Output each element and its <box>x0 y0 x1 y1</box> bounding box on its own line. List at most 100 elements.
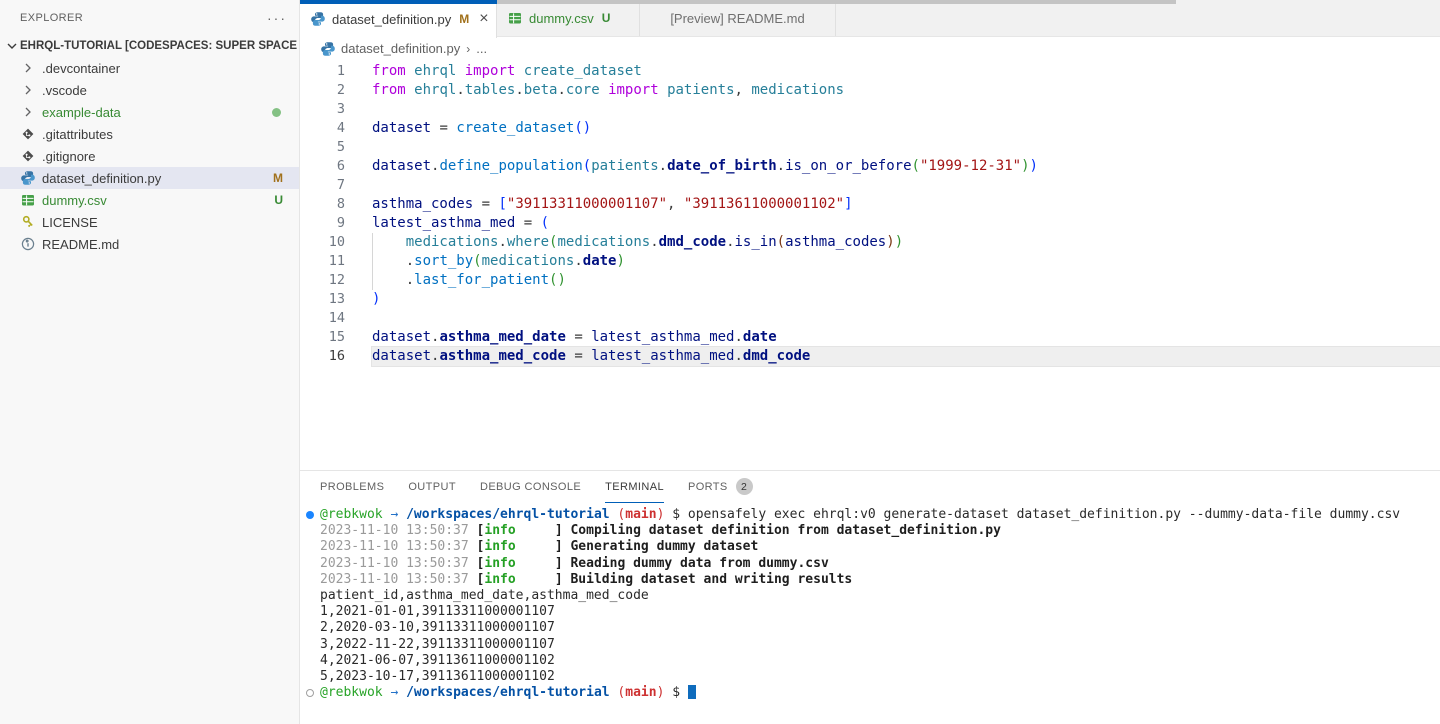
file-label: dataset_definition.py <box>42 171 161 186</box>
panel-tab-ports[interactable]: PORTS2 <box>688 471 753 503</box>
file-tree-item[interactable]: .devcontainer <box>0 57 299 79</box>
tab-dirty-badge: U <box>602 11 611 25</box>
terminal-gutter <box>306 556 320 572</box>
code-line-content[interactable]: from ehrql.tables.beta.core import patie… <box>372 81 1440 100</box>
panel-tab-label: DEBUG CONSOLE <box>480 481 581 493</box>
terminal-output-text: 4,2021-06-07,39113611000001102 <box>320 653 555 669</box>
terminal-line: 2023-11-10 13:50:37 [info ] Compiling da… <box>306 523 1440 539</box>
prompt-user: @rebkwok <box>320 507 383 523</box>
explorer-root-folder[interactable]: EHRQL-TUTORIAL [CODESPACES: SUPER SPACE … <box>0 35 299 57</box>
code-line-content[interactable]: dataset.asthma_med_date = latest_asthma_… <box>372 328 1440 347</box>
file-tree-item[interactable]: README.md <box>0 233 299 255</box>
line-number[interactable]: 10 <box>300 233 372 252</box>
line-number[interactable]: 15 <box>300 328 372 347</box>
line-number[interactable]: 8 <box>300 195 372 214</box>
code-line[interactable]: 10 medications.where(medications.dmd_cod… <box>300 233 1440 252</box>
active-tab-indicator <box>300 0 497 4</box>
panel-tab-label: OUTPUT <box>408 481 456 493</box>
code-line[interactable]: 2from ehrql.tables.beta.core import pati… <box>300 81 1440 100</box>
code-line[interactable]: 15dataset.asthma_med_date = latest_asthm… <box>300 328 1440 347</box>
file-label: .gitignore <box>42 149 95 164</box>
git-icon <box>20 126 36 142</box>
code-line-content[interactable]: .sort_by(medications.date) <box>372 252 1440 271</box>
log-message: Generating dummy dataset <box>570 539 758 555</box>
code-line-content[interactable]: dataset.asthma_med_code = latest_asthma_… <box>372 347 1440 366</box>
code-line-content[interactable]: medications.where(medications.dmd_code.i… <box>372 233 1440 252</box>
line-number[interactable]: 11 <box>300 252 372 271</box>
panel-tab-debug-console[interactable]: DEBUG CONSOLE <box>480 471 581 503</box>
breadcrumb: dataset_definition.py › ... <box>300 37 1440 60</box>
code-line-content[interactable]: ) <box>372 290 1440 309</box>
file-tree-item[interactable]: .gitattributes <box>0 123 299 145</box>
code-line-content[interactable] <box>372 100 1440 119</box>
code-line-content[interactable]: dataset = create_dataset() <box>372 119 1440 138</box>
prompt-path: /workspaces/ehrql-tutorial <box>406 507 610 523</box>
file-tree-item[interactable]: .gitignore <box>0 145 299 167</box>
panel-tab-output[interactable]: OUTPUT <box>408 471 456 503</box>
editor-tab[interactable]: dataset_definition.pyM× <box>300 0 497 38</box>
code-line[interactable]: 9latest_asthma_med = ( <box>300 214 1440 233</box>
breadcrumb-file[interactable]: dataset_definition.py <box>341 41 460 56</box>
code-line[interactable]: 14 <box>300 309 1440 328</box>
panel-tab-problems[interactable]: PROBLEMS <box>320 471 384 503</box>
prompt-path: /workspaces/ehrql-tutorial <box>406 685 610 701</box>
more-actions-icon[interactable]: ··· <box>267 13 287 23</box>
code-line-content[interactable]: .last_for_patient() <box>372 271 1440 290</box>
terminal-line: 5,2023-10-17,39113611000001102 <box>306 669 1440 685</box>
code-line[interactable]: 7 <box>300 176 1440 195</box>
line-number[interactable]: 16 <box>300 347 372 366</box>
file-tree-item[interactable]: LICENSE <box>0 211 299 233</box>
code-line[interactable]: 13) <box>300 290 1440 309</box>
line-number[interactable]: 1 <box>300 62 372 81</box>
code-line-content[interactable]: asthma_codes = ["39113311000001107", "39… <box>372 195 1440 214</box>
file-tree-item[interactable]: dummy.csvU <box>0 189 299 211</box>
tabbar-scrollbar-thumb[interactable] <box>497 0 1176 4</box>
chevron-right-icon <box>20 82 36 98</box>
code-line[interactable]: 5 <box>300 138 1440 157</box>
file-tree-item[interactable]: example-data <box>0 101 299 123</box>
code-line[interactable]: 3 <box>300 100 1440 119</box>
line-number[interactable]: 7 <box>300 176 372 195</box>
code-editor[interactable]: 1from ehrql import create_dataset2from e… <box>300 60 1440 470</box>
editor-tab[interactable]: dummy.csv U <box>497 0 640 36</box>
code-line[interactable]: 8asthma_codes = ["39113311000001107", "3… <box>300 195 1440 214</box>
line-number[interactable]: 2 <box>300 81 372 100</box>
untracked-contents-dot <box>272 108 281 117</box>
panel-tab-terminal[interactable]: TERMINAL <box>605 471 664 503</box>
file-tree-item[interactable]: .vscode <box>0 79 299 101</box>
editor-tab[interactable]: [Preview] README.md <box>640 0 836 36</box>
line-number[interactable]: 3 <box>300 100 372 119</box>
code-line-content[interactable] <box>372 138 1440 157</box>
line-number[interactable]: 6 <box>300 157 372 176</box>
breadcrumb-more[interactable]: ... <box>476 41 487 56</box>
editor-area: dataset_definition.pyM× dummy.csv U [Previe… <box>300 0 1440 724</box>
chevron-down-icon <box>4 38 20 54</box>
code-line-content[interactable]: latest_asthma_med = ( <box>372 214 1440 233</box>
code-line[interactable]: 16dataset.asthma_med_code = latest_asthm… <box>300 347 1440 366</box>
code-line[interactable]: 1from ehrql import create_dataset <box>300 62 1440 81</box>
terminal[interactable]: @rebkwok → /workspaces/ehrql-tutorial (m… <box>300 503 1440 701</box>
file-tree-item[interactable]: dataset_definition.pyM <box>0 167 299 189</box>
explorer-root-label: EHRQL-TUTORIAL [CODESPACES: SUPER SPACE … <box>20 40 299 52</box>
line-number[interactable]: 14 <box>300 309 372 328</box>
code-line[interactable]: 11 .sort_by(medications.date) <box>300 252 1440 271</box>
code-line[interactable]: 4dataset = create_dataset() <box>300 119 1440 138</box>
terminal-output-text: patient_id,asthma_med_date,asthma_med_co… <box>320 588 649 604</box>
explorer-title: EXPLORER <box>20 12 83 24</box>
line-number[interactable]: 5 <box>300 138 372 157</box>
tab-label: dummy.csv <box>529 11 594 26</box>
log-timestamp: 2023-11-10 13:50:37 <box>320 572 477 588</box>
line-number[interactable]: 4 <box>300 119 372 138</box>
line-number[interactable]: 13 <box>300 290 372 309</box>
terminal-line: 2023-11-10 13:50:37 [info ] Generating d… <box>306 539 1440 555</box>
line-number[interactable]: 12 <box>300 271 372 290</box>
code-line-content[interactable] <box>372 309 1440 328</box>
line-number[interactable]: 9 <box>300 214 372 233</box>
code-line-content[interactable]: from ehrql import create_dataset <box>372 62 1440 81</box>
info-icon <box>20 236 36 252</box>
close-icon[interactable]: × <box>479 12 488 26</box>
code-line[interactable]: 12 .last_for_patient() <box>300 271 1440 290</box>
code-line-content[interactable] <box>372 176 1440 195</box>
code-line-content[interactable]: dataset.define_population(patients.date_… <box>372 157 1440 176</box>
code-line[interactable]: 6dataset.define_population(patients.date… <box>300 157 1440 176</box>
